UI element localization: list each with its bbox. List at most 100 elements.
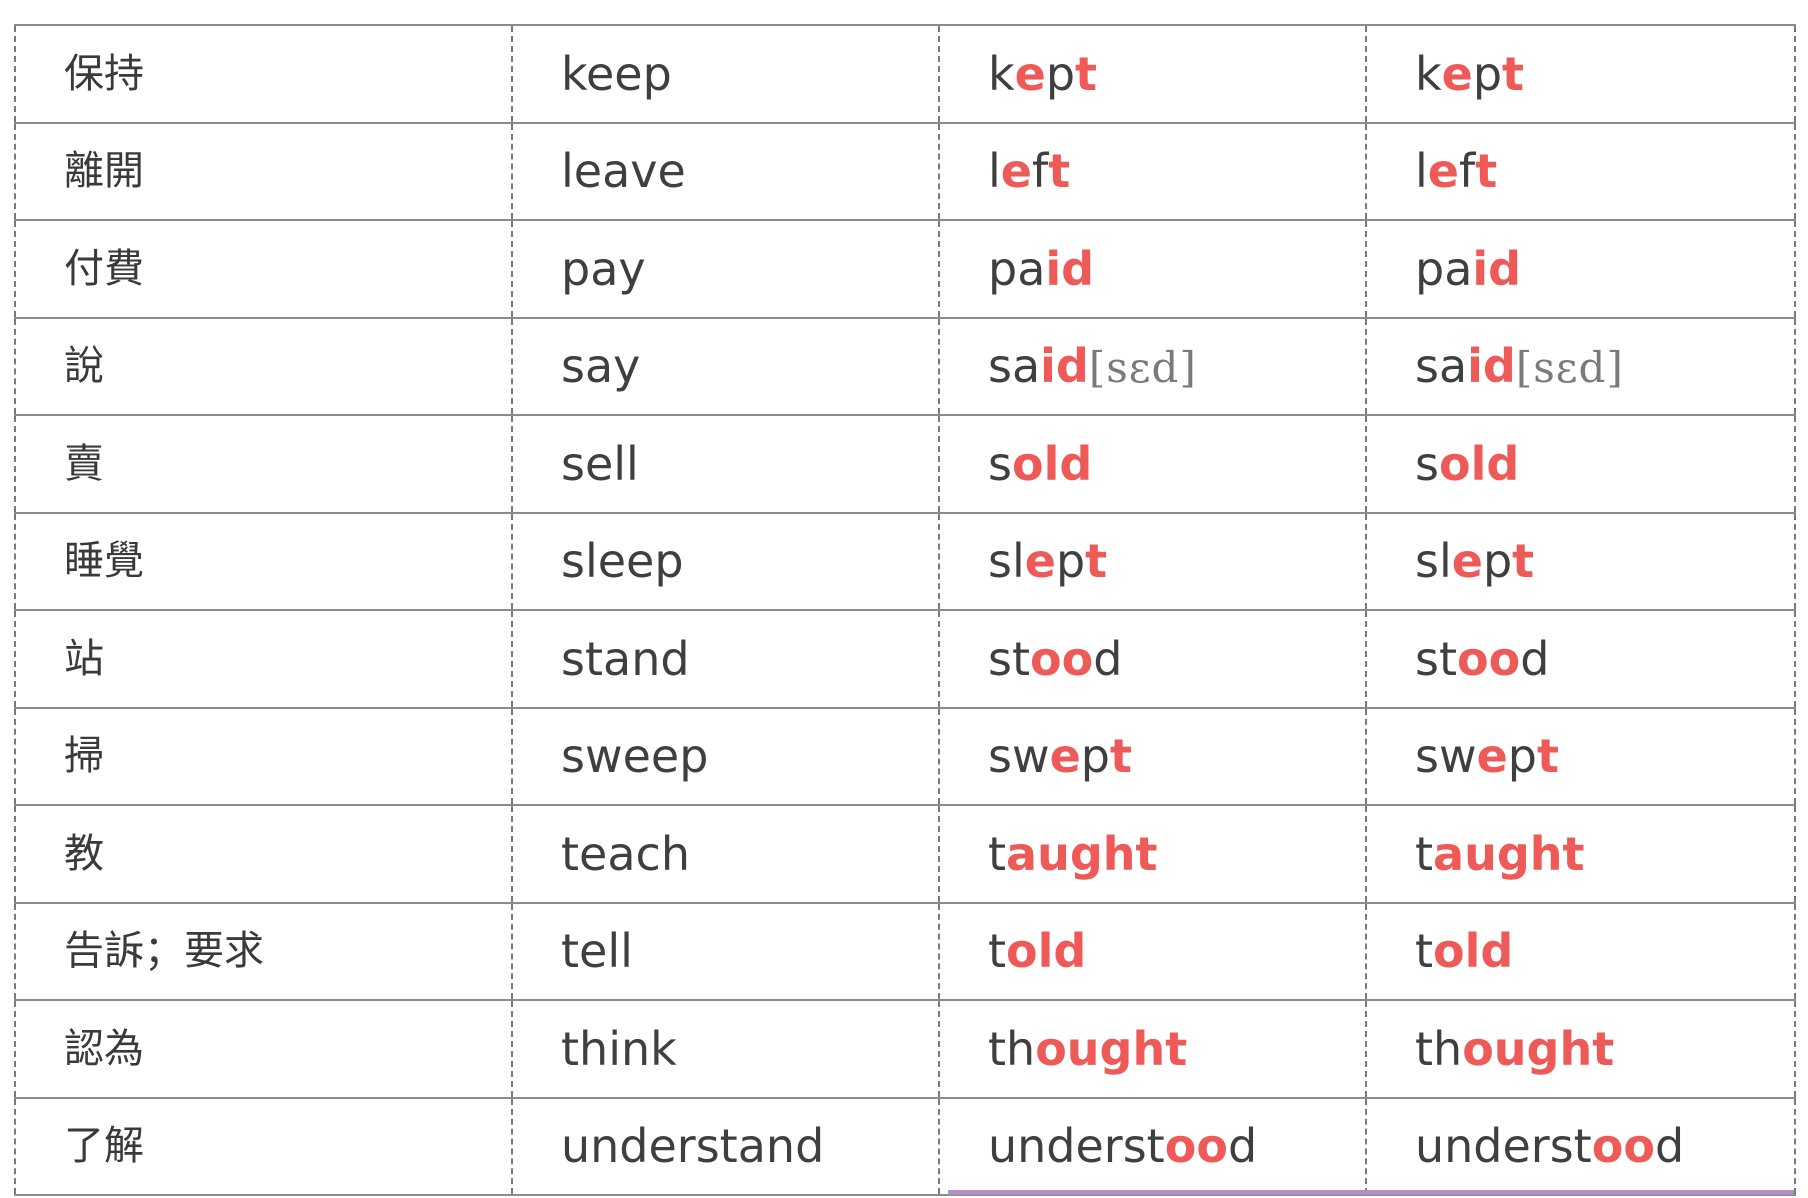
plain-letters: p — [1045, 46, 1076, 101]
highlighted-letters: ought — [1462, 1021, 1615, 1076]
plain-letters: d — [1227, 1119, 1258, 1174]
base-form-cell: say — [511, 316, 940, 416]
past-tense-cell: slept — [938, 511, 1367, 611]
plain-letters: l — [1415, 144, 1428, 199]
past-tense-cell: taught — [938, 804, 1367, 904]
past-tense-cell: thought — [938, 999, 1367, 1099]
plain-letters: t — [988, 826, 1007, 881]
base-form-cell: teach — [511, 804, 940, 904]
meaning-cell: 賣 — [14, 414, 513, 514]
plain-letters: f — [1458, 144, 1476, 199]
past-tense-cell: swept — [938, 706, 1367, 806]
past-participle-cell: taught — [1365, 804, 1796, 904]
verb-row: 付費 pay paid paid — [14, 219, 1796, 319]
meaning-cell: 睡覺 — [14, 511, 513, 611]
past-participle-cell: stood — [1365, 609, 1796, 709]
plain-letters: t — [1415, 826, 1434, 881]
highlighted-letters: old — [1433, 924, 1514, 979]
meaning-cell: 離開 — [14, 121, 513, 221]
highlighted-letters: aught — [1006, 826, 1158, 881]
verb-row: 說 say said[sɛd] said[sɛd] — [14, 316, 1796, 416]
highlighted-letters: e — [1476, 729, 1508, 784]
highlighted-letters: id — [1467, 339, 1516, 394]
plain-letters: sa — [1415, 339, 1468, 394]
highlighted-letters: ought — [1035, 1021, 1188, 1076]
highlighted-letters: aught — [1433, 826, 1585, 881]
past-tense-cell: understood — [938, 1096, 1367, 1196]
plain-letters: k — [1415, 46, 1442, 101]
highlighted-letters: old — [1438, 436, 1520, 491]
plain-letters: th — [1415, 1021, 1463, 1076]
plain-letters: p — [1482, 534, 1513, 589]
plain-letters: d — [1654, 1119, 1685, 1174]
highlighted-letters: oo — [1457, 631, 1521, 686]
plain-letters: t — [988, 924, 1007, 979]
past-participle-cell: slept — [1365, 511, 1796, 611]
plain-letters: k — [988, 46, 1015, 101]
plain-letters: l — [988, 144, 1001, 199]
past-participle-cell: left — [1365, 121, 1796, 221]
past-tense-cell: said[sɛd] — [938, 316, 1367, 416]
verb-row: 睡覺 sleep slept slept — [14, 511, 1796, 611]
base-form-cell: stand — [511, 609, 940, 709]
past-tense-cell: paid — [938, 219, 1367, 319]
plain-letters: s — [1415, 436, 1439, 491]
past-participle-cell: kept — [1365, 24, 1796, 124]
base-form-cell: tell — [511, 901, 940, 1001]
highlighted-letters: e — [1049, 729, 1081, 784]
bottom-accent-bar — [948, 1190, 1794, 1195]
plain-letters: sa — [988, 339, 1041, 394]
plain-letters: underst — [1415, 1119, 1592, 1174]
plain-letters: th — [988, 1021, 1036, 1076]
meaning-cell: 說 — [14, 316, 513, 416]
phonetic-transcription: [sɛd] — [1515, 343, 1624, 393]
meaning-cell: 認為 — [14, 999, 513, 1099]
plain-letters: t — [1415, 924, 1434, 979]
plain-letters: d — [1093, 631, 1123, 686]
verb-row: 掃 sweep swept swept — [14, 706, 1796, 806]
verb-row: 了解 understand understood understood — [14, 1096, 1796, 1196]
plain-letters: st — [1415, 631, 1458, 686]
verb-row: 站 stand stood stood — [14, 609, 1796, 709]
verb-table-page: 保持 keep kept kept 離開 leave left left 付費 pay paid pa… — [0, 0, 1808, 1198]
past-tense-cell: kept — [938, 24, 1367, 124]
highlighted-letters: t — [1048, 144, 1071, 199]
plain-letters: sw — [1415, 729, 1477, 784]
base-form-cell: think — [511, 999, 940, 1099]
highlighted-letters: e — [1014, 46, 1046, 101]
verb-row: 教 teach taught taught — [14, 804, 1796, 904]
plain-letters: pa — [1415, 241, 1473, 296]
highlighted-letters: t — [1537, 729, 1559, 784]
highlighted-letters: e — [1024, 534, 1056, 589]
plain-letters: sl — [1415, 534, 1452, 589]
plain-letters: s — [988, 436, 1012, 491]
meaning-cell: 掃 — [14, 706, 513, 806]
past-participle-cell: paid — [1365, 219, 1796, 319]
verb-row: 離開 leave left left — [14, 121, 1796, 221]
highlighted-letters: t — [1075, 46, 1098, 101]
highlighted-letters: id — [1472, 241, 1522, 296]
base-form-cell: keep — [511, 24, 940, 124]
base-form-cell: sell — [511, 414, 940, 514]
plain-letters: f — [1031, 144, 1049, 199]
verb-row: 告訴；要求 tell told told — [14, 901, 1796, 1001]
plain-letters: underst — [988, 1119, 1165, 1174]
verb-row: 保持 keep kept kept — [14, 24, 1796, 124]
irregular-verb-table: 保持 keep kept kept 離開 leave left left 付費 pay paid pa… — [14, 24, 1796, 1196]
meaning-cell: 付費 — [14, 219, 513, 319]
past-participle-cell: understood — [1365, 1096, 1796, 1196]
highlighted-letters: e — [1427, 144, 1459, 199]
plain-letters: p — [1507, 729, 1537, 784]
base-form-cell: pay — [511, 219, 940, 319]
highlighted-letters: id — [1045, 241, 1095, 296]
past-tense-cell: told — [938, 901, 1367, 1001]
plain-letters: p — [1472, 46, 1503, 101]
plain-letters: d — [1520, 631, 1550, 686]
highlighted-letters: e — [1441, 46, 1473, 101]
verb-row: 賣 sell sold sold — [14, 414, 1796, 514]
past-tense-cell: stood — [938, 609, 1367, 709]
base-form-cell: leave — [511, 121, 940, 221]
highlighted-letters: e — [1000, 144, 1032, 199]
highlighted-letters: oo — [1591, 1119, 1655, 1174]
plain-letters: p — [1055, 534, 1086, 589]
